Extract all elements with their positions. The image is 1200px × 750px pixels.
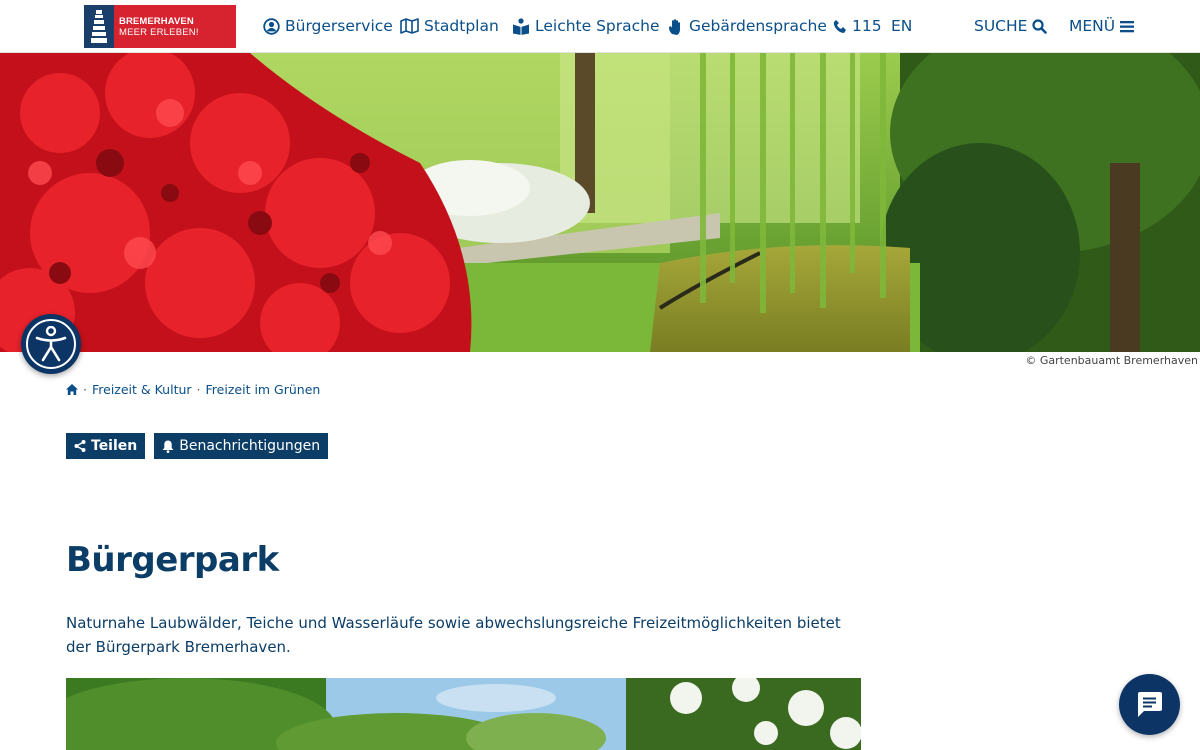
accessibility-button[interactable] <box>21 314 81 374</box>
image-credit: © Gartenbauamt Bremerhaven <box>1025 354 1198 367</box>
share-icon <box>74 440 86 452</box>
bell-icon <box>162 440 174 453</box>
search-button[interactable]: SUCHE <box>974 0 1048 52</box>
page-title: Bürgerpark <box>66 540 279 580</box>
logo-title: BREMERHAVEN <box>119 15 194 27</box>
notifications-label: Benachrichtigungen <box>179 438 321 454</box>
accessibility-icon <box>35 326 67 362</box>
share-label: Teilen <box>91 438 138 454</box>
hamburger-icon <box>1120 20 1135 32</box>
hero-image-park <box>0 53 1200 352</box>
nav-label-buergerservice: Bürgerservice <box>285 17 393 35</box>
nav-language-en[interactable]: EN <box>891 0 912 52</box>
lighthouse-logo-icon <box>84 5 114 48</box>
top-navigation-bar: BREMERHAVEN MEER ERLEBEN! Bürgerservice … <box>0 0 1200 53</box>
hand-icon <box>669 18 680 35</box>
breadcrumb-link-freizeit-im-gruenen[interactable]: Freizeit im Grünen <box>206 382 321 397</box>
map-icon <box>400 18 419 34</box>
chat-button[interactable] <box>1119 674 1180 735</box>
intro-text: Naturnahe Laubwälder, Teiche und Wasserl… <box>66 614 841 656</box>
notifications-button[interactable]: Benachrichtigungen <box>154 433 329 459</box>
nav-stadtplan[interactable]: Stadtplan <box>400 0 499 52</box>
breadcrumb-separator: · <box>83 382 87 397</box>
book-icon <box>513 17 529 35</box>
nav-buergerservice[interactable]: Bürgerservice <box>263 0 393 52</box>
phone-icon <box>833 19 846 33</box>
search-label: SUCHE <box>974 17 1028 35</box>
breadcrumb-link-freizeit-kultur[interactable]: Freizeit & Kultur <box>92 382 192 397</box>
logo-slogan: MEER ERLEBEN! <box>119 26 199 38</box>
nav-leichte-sprache[interactable]: Leichte Sprache <box>512 0 660 52</box>
user-circle-icon <box>263 17 280 35</box>
home-icon[interactable] <box>66 384 78 395</box>
nav-label-language: EN <box>891 17 913 35</box>
bremerhaven-logo[interactable]: BREMERHAVEN MEER ERLEBEN! <box>84 5 236 48</box>
nav-label-phone: 115 <box>852 17 882 35</box>
nav-label-leichte-sprache: Leichte Sprache <box>535 17 660 35</box>
menu-label: MENÜ <box>1069 17 1116 35</box>
nav-label-stadtplan: Stadtplan <box>424 17 499 35</box>
chat-icon <box>1138 692 1162 717</box>
content-image-park <box>66 678 861 750</box>
action-buttons: Teilen Benachrichtigungen <box>66 433 329 459</box>
nav-phone-115[interactable]: 115 <box>833 0 882 52</box>
nav-label-gebaerdensprache: Gebärdensprache <box>689 17 827 35</box>
breadcrumb-separator: · <box>196 382 201 397</box>
breadcrumb: · Freizeit & Kultur · Freizeit im Grünen <box>66 382 320 397</box>
menu-button[interactable]: MENÜ <box>1069 0 1135 52</box>
nav-gebaerdensprache[interactable]: Gebärdensprache <box>668 0 827 52</box>
share-button[interactable]: Teilen <box>66 433 146 459</box>
search-icon <box>1032 18 1048 34</box>
